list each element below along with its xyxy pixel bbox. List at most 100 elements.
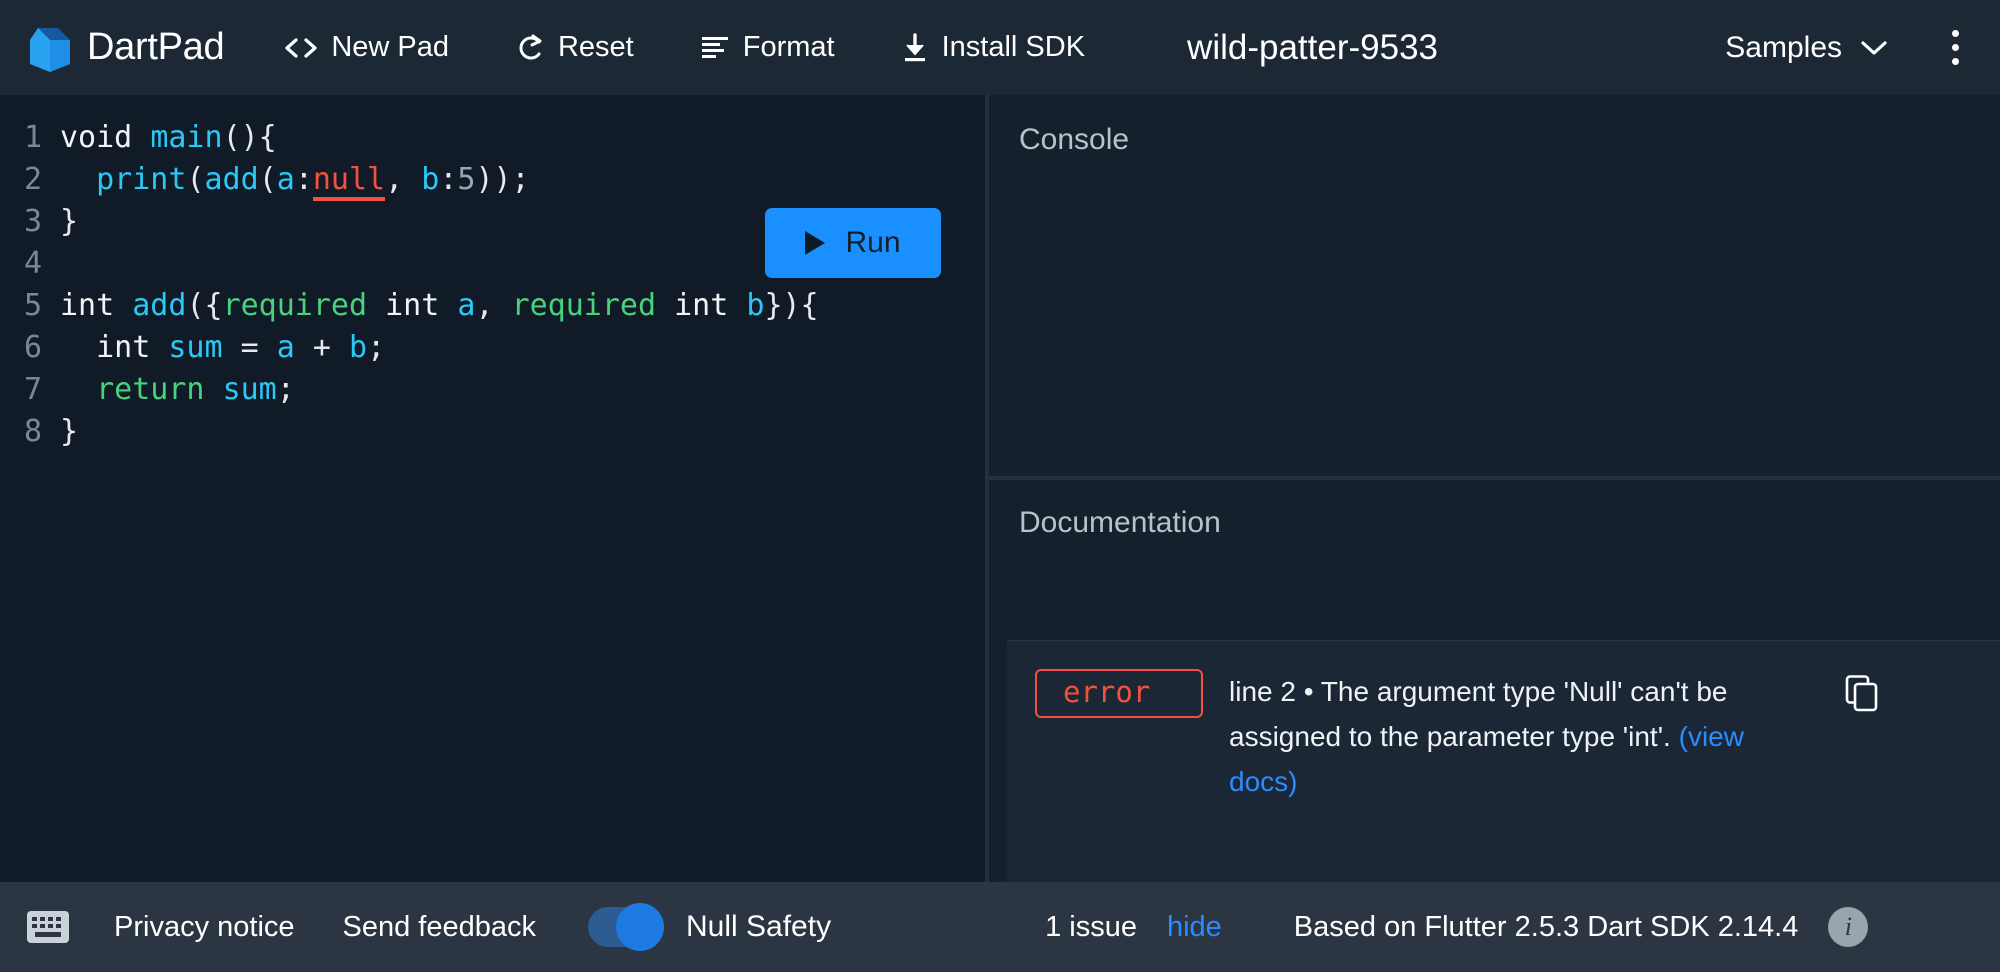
play-icon [805, 231, 826, 255]
run-button[interactable]: Run [765, 208, 941, 278]
code-token: ( [258, 162, 277, 197]
null-safety-toggle-wrap: Null Safety [588, 903, 832, 951]
status-badge: error [1035, 669, 1203, 718]
code-line: 7 return sum; [0, 369, 985, 411]
app-header: DartPad New Pad Reset Format Install SDK… [0, 0, 2000, 95]
new-pad-button[interactable]: New Pad [272, 23, 461, 72]
code-token: = [222, 330, 277, 365]
code-token: ; [276, 372, 295, 407]
code-token: ({ [186, 288, 223, 323]
code-token: } [60, 414, 79, 449]
toggle-knob [616, 903, 664, 951]
dartpad-app: DartPad New Pad Reset Format Install SDK… [0, 0, 2000, 972]
more-vertical-icon[interactable] [1932, 20, 1978, 76]
line-number: 6 [23, 330, 42, 365]
line-content: int add({required int a, required int b}… [42, 285, 819, 327]
code-token: void [60, 120, 151, 155]
code-token: ( [186, 162, 205, 197]
reset-label: Reset [557, 31, 634, 63]
code-token: main [150, 120, 223, 155]
code-token: int [367, 288, 458, 323]
null-safety-toggle[interactable] [588, 903, 664, 951]
code-line: 1 void main(){ [0, 117, 985, 159]
samples-label: Samples [1725, 30, 1842, 64]
keyboard-icon[interactable] [26, 910, 70, 944]
line-number: 8 [23, 414, 42, 449]
code-token: 5 [457, 162, 476, 197]
format-align-icon [700, 35, 730, 61]
line-content: } [42, 411, 78, 453]
console-title: Console [1019, 123, 1130, 156]
brand-name: DartPad [87, 26, 225, 68]
line-content: } [42, 201, 78, 243]
code-token: return [96, 372, 205, 407]
line-number: 7 [23, 372, 42, 407]
code-line: 6 int sum = a + b; [0, 327, 985, 369]
line-number: 1 [23, 120, 42, 155]
code-token: : [439, 162, 458, 197]
code-brackets-icon [284, 36, 318, 60]
code-line: 8} [0, 411, 985, 453]
code-token: sum [222, 372, 277, 407]
run-label: Run [845, 226, 901, 259]
code-token: add [132, 288, 187, 323]
code-token: b [349, 330, 368, 365]
chevron-down-icon [1860, 31, 1888, 65]
code-token: b [421, 162, 440, 197]
issues-panel: error line 2 • The argument type 'Null' … [1007, 640, 2000, 882]
refresh-icon [515, 33, 545, 63]
line-number: 5 [23, 288, 42, 323]
code-editor[interactable]: 1 void main(){ 2 print(add(a:null, b:5)); 3… [0, 95, 985, 882]
line-content: return sum; [42, 369, 295, 411]
code-token: print [96, 162, 187, 197]
code-token: sum [168, 330, 223, 365]
send-feedback-link[interactable]: Send feedback [343, 911, 536, 944]
format-label: Format [742, 31, 835, 63]
issue-count: 1 issue [1045, 910, 1137, 943]
code-line: 2 print(add(a:null, b:5)); [0, 159, 985, 201]
new-pad-label: New Pad [331, 31, 449, 63]
code-token: a [276, 330, 295, 365]
code-token: int [60, 330, 169, 365]
line-content: print(add(a:null, b:5)); [42, 159, 530, 201]
code-token: required [511, 288, 657, 323]
code-token: a [457, 288, 476, 323]
issue-item[interactable]: error line 2 • The argument type 'Null' … [1007, 661, 2000, 804]
right-column: Console Documentation error line 2 • The… [989, 95, 2000, 882]
dart-logo-icon [30, 27, 70, 72]
pad-title: wild-patter-9533 [1187, 27, 1439, 67]
code-token: (){ [222, 120, 277, 155]
null-safety-label: Null Safety [686, 910, 832, 943]
code-token: null [312, 162, 386, 201]
privacy-notice-link[interactable]: Privacy notice [114, 911, 295, 944]
line-number: 3 [23, 204, 42, 239]
code-token: int [656, 288, 747, 323]
code-token: + [294, 330, 349, 365]
line-number: 4 [23, 246, 42, 281]
code-line: 5 int add({required int a, required int b… [0, 285, 985, 327]
copy-icon[interactable] [1844, 675, 1880, 718]
samples-dropdown[interactable]: Samples [1715, 23, 1898, 73]
format-button[interactable]: Format [688, 23, 847, 72]
code-token: required [222, 288, 368, 323]
install-sdk-button[interactable]: Install SDK [889, 23, 1097, 72]
issue-message-text: line 2 • The argument type 'Null' can't … [1229, 676, 1728, 752]
documentation-panel: Documentation error line 2 • The argumen… [989, 480, 2000, 882]
install-sdk-label: Install SDK [941, 31, 1086, 63]
sdk-version-info: Based on Flutter 2.5.3 Dart SDK 2.14.4 [1293, 910, 1799, 943]
code-token: , [385, 162, 422, 197]
brand: DartPad [26, 24, 225, 72]
console-panel: Console [989, 95, 2000, 476]
issue-message: line 2 • The argument type 'Null' can't … [1203, 669, 1818, 804]
line-number: 2 [23, 162, 42, 197]
hide-issues-link[interactable]: hide [1167, 911, 1222, 944]
code-token: ; [367, 330, 386, 365]
documentation-title: Documentation [1019, 506, 1221, 539]
reset-button[interactable]: Reset [503, 23, 646, 72]
info-icon[interactable]: i [1828, 907, 1869, 947]
code-token: : [294, 162, 313, 197]
line-content: int sum = a + b; [42, 327, 385, 369]
